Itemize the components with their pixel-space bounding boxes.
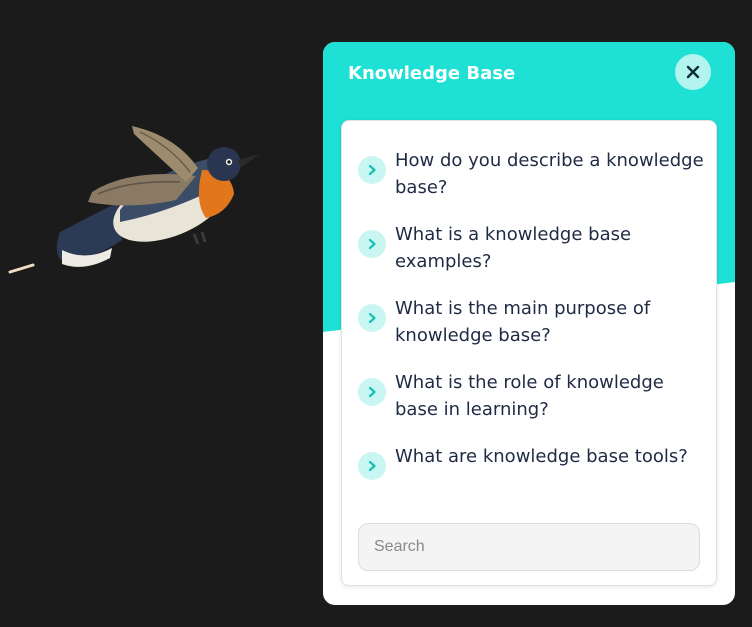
faq-item[interactable]: How do you describe a knowledge base? [358,147,704,201]
faq-item-label: How do you describe a knowledge base? [395,150,704,198]
bird-illustration [8,126,260,274]
chevron-right-icon [358,378,386,406]
chevron-right-icon [358,230,386,258]
faq-item[interactable]: What is the role of knowledge base in le… [358,369,704,423]
faq-item[interactable]: What are knowledge base tools? [358,443,704,480]
faq-list: How do you describe a knowledge base? Wh… [358,147,704,500]
chevron-right-icon [358,452,386,480]
faq-item[interactable]: What is the main purpose of knowledge ba… [358,295,704,349]
faq-item-label: What is a knowledge base examples? [395,224,632,272]
chevron-right-icon [358,156,386,184]
knowledge-base-widget: Knowledge Base How do you describe a kno… [323,42,735,605]
chevron-right-icon [358,304,386,332]
search-input[interactable] [359,524,699,570]
close-button[interactable] [675,54,711,90]
close-icon [686,65,700,79]
faq-item-label: What are knowledge base tools? [395,446,688,467]
faq-card: How do you describe a knowledge base? Wh… [341,120,717,586]
faq-item-label: What is the role of knowledge base in le… [395,372,664,420]
faq-item[interactable]: What is a knowledge base examples? [358,221,704,275]
widget-title: Knowledge Base [348,63,516,84]
faq-item-label: What is the main purpose of knowledge ba… [395,298,651,346]
search-box [358,523,700,571]
